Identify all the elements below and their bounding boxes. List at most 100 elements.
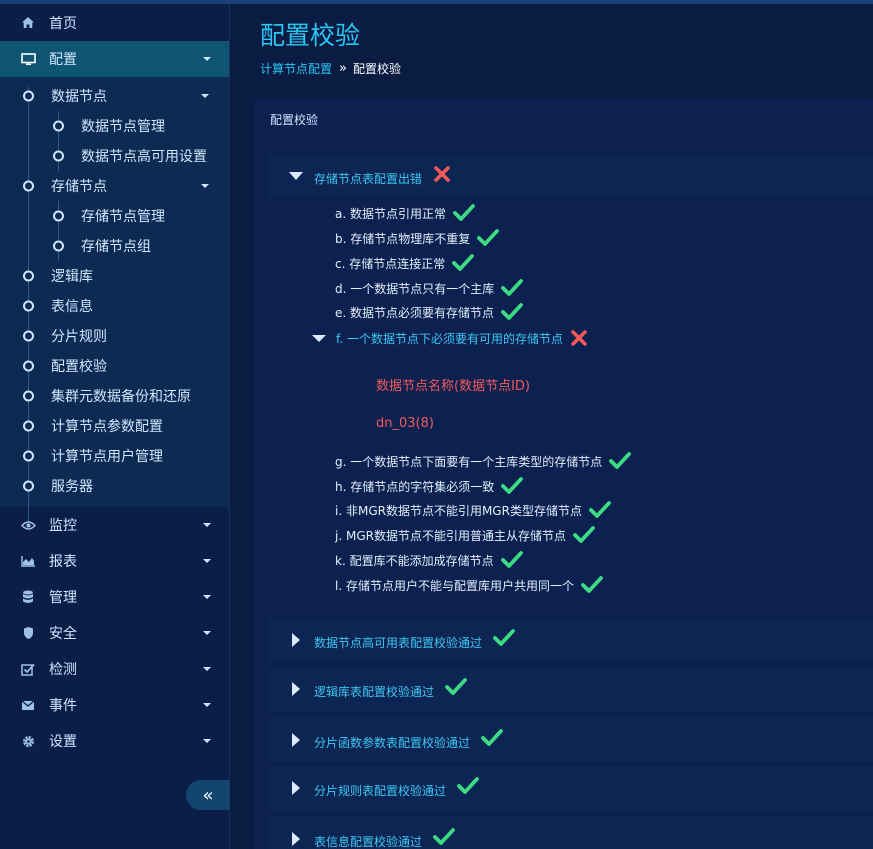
section-label: 表信息配置校验通过: [314, 828, 455, 849]
caret-right-icon: [292, 633, 300, 647]
breadcrumb-link[interactable]: 计算节点配置: [260, 60, 332, 77]
sidebar-item-monitor[interactable]: 监控: [0, 507, 229, 543]
submenu-item-data-node-ha[interactable]: 数据节点高可用设置: [0, 141, 229, 171]
sidebar-item-config[interactable]: 配置: [0, 41, 229, 77]
section-shard-rule[interactable]: 分片规则表配置校验通过: [269, 766, 873, 810]
section-label-text: 表信息配置校验通过: [314, 835, 423, 849]
breadcrumb: 计算节点配置 » 配置校验: [260, 60, 401, 77]
check-icon: [501, 477, 524, 494]
chevron-down-icon: [203, 667, 211, 671]
config-submenu: 数据节点 数据节点管理 数据节点高可用设置 存储节点 存储节点管理 存储节点组 …: [0, 77, 229, 527]
sidebar-item-label: 管理: [49, 590, 77, 606]
check-icon: [501, 303, 523, 320]
section-logic-db[interactable]: 逻辑库表配置校验通过: [269, 667, 873, 711]
tree-node-icon: [23, 90, 34, 102]
eye-icon: [20, 517, 36, 533]
chevron-down-icon: [203, 703, 211, 707]
check-item: b. 存储节点物理库不重复: [335, 229, 500, 247]
section-storage-node[interactable]: 存储节点表配置出错: [269, 154, 873, 198]
breadcrumb-separator: »: [339, 61, 347, 76]
section-table-info[interactable]: 表信息配置校验通过: [269, 817, 873, 849]
caret-down-icon: [289, 172, 303, 180]
check-item-text: i. 非MGR数据节点不能引用MGR类型存储节点: [335, 503, 582, 518]
sidebar-item-home[interactable]: 首页: [0, 4, 229, 41]
submenu-item-compute-params[interactable]: 计算节点参数配置: [0, 411, 229, 441]
submenu-label: 存储节点: [51, 179, 107, 195]
submenu-item-data-node-manage[interactable]: 数据节点管理: [0, 111, 229, 141]
sidebar: 首页 配置 数据节点 数据节点管理 数据节点高可用设置 存储节点 存储节点管理 …: [0, 4, 230, 849]
sidebar-item-settings[interactable]: 设置: [0, 723, 229, 759]
tree-node-icon: [23, 330, 34, 342]
check-item-text: a. 数据节点引用正常: [335, 206, 446, 221]
submenu-label: 计算节点用户管理: [51, 449, 163, 465]
submenu-item-shard-rule[interactable]: 分片规则: [0, 321, 229, 351]
check-item: d. 一个数据节点只有一个主库: [335, 279, 524, 297]
sidebar-item-detect[interactable]: 检测: [0, 651, 229, 687]
submenu-label: 数据节点高可用设置: [81, 149, 207, 165]
sidebar-item-security[interactable]: 安全: [0, 615, 229, 651]
section-data-node-ha[interactable]: 数据节点高可用表配置校验通过: [269, 618, 873, 662]
check-icon: [453, 204, 475, 221]
check-icon: [500, 551, 523, 568]
error-icon: [434, 166, 450, 182]
submenu-item-compute-users[interactable]: 计算节点用户管理: [0, 441, 229, 471]
section-label-text: 数据节点高可用表配置校验通过: [314, 636, 483, 650]
submenu-item-metadata-backup[interactable]: 集群元数据备份和还原: [0, 381, 229, 411]
sidebar-item-manage[interactable]: 管理: [0, 579, 229, 615]
database-icon: [20, 589, 36, 605]
check-item: g. 一个数据节点下面要有一个主库类型的存储节点: [335, 452, 632, 470]
check-icon: [477, 229, 500, 246]
tree-node-icon: [53, 210, 64, 222]
sidebar-item-label: 配置: [49, 52, 77, 68]
submenu-item-storage-node[interactable]: 存储节点: [0, 171, 229, 201]
check-icon: [480, 729, 503, 746]
chevron-down-icon: [203, 559, 211, 563]
sidebar-item-report[interactable]: 报表: [0, 543, 229, 579]
check-item-text: d. 一个数据节点只有一个主库: [335, 281, 495, 296]
submenu-item-logic-db[interactable]: 逻辑库: [0, 261, 229, 291]
section-label: 逻辑库表配置校验通过: [314, 678, 467, 700]
check-icon: [589, 501, 611, 518]
sidebar-item-label: 安全: [49, 626, 77, 642]
check-icon: [609, 452, 632, 469]
caret-right-icon: [292, 682, 300, 696]
sidebar-item-events[interactable]: 事件: [0, 687, 229, 723]
section-shard-func-params[interactable]: 分片函数参数表配置校验通过: [269, 718, 873, 762]
submenu-item-storage-node-manage[interactable]: 存储节点管理: [0, 201, 229, 231]
sidebar-item-label: 报表: [49, 554, 77, 570]
main-content: 配置校验 计算节点配置 » 配置校验 配置校验 存储节点表配置出错 a. 数据节…: [231, 4, 873, 849]
section-label-text: 逻辑库表配置校验通过: [314, 685, 435, 699]
failed-check-toggle[interactable]: f. 一个数据节点下必须要有可用的存储节点: [312, 329, 588, 347]
submenu-label: 配置校验: [51, 359, 107, 375]
check-item-text: k. 配置库不能添加成存储节点: [335, 553, 494, 568]
chevron-down-icon: [203, 631, 211, 635]
sidebar-item-label: 监控: [49, 518, 77, 534]
check-item: j. MGR数据节点不能引用普通主从存储节点: [335, 526, 595, 544]
sidebar-collapse-button[interactable]: «: [186, 780, 230, 810]
submenu-label: 表信息: [51, 299, 93, 315]
tree-node-icon: [23, 420, 34, 432]
submenu-item-data-node[interactable]: 数据节点: [0, 81, 229, 111]
check-icon: [573, 526, 595, 543]
section-label: 数据节点高可用表配置校验通过: [314, 629, 515, 651]
submenu-item-storage-group[interactable]: 存储节点组: [0, 231, 229, 261]
chevron-down-icon: [201, 94, 209, 98]
checkbox-icon: [20, 661, 36, 677]
submenu-item-config-check[interactable]: 配置校验: [0, 351, 229, 381]
tree-node-icon: [23, 390, 34, 402]
check-item-text: h. 存储节点的字符集必须一致: [335, 479, 495, 494]
sidebar-item-label: 首页: [49, 15, 77, 32]
check-item-text: l. 存储节点用户不能与配置库用户共用同一个: [335, 578, 574, 593]
chevron-down-icon: [203, 595, 211, 599]
check-item: k. 配置库不能添加成存储节点: [335, 551, 523, 569]
chevron-down-icon: [203, 57, 211, 61]
submenu-item-server[interactable]: 服务器: [0, 471, 229, 501]
check-item: l. 存储节点用户不能与配置库用户共用同一个: [335, 576, 603, 594]
tree-node-icon: [53, 150, 64, 162]
envelope-icon: [20, 697, 36, 713]
monitor-icon: [20, 51, 36, 67]
breadcrumb-current: 配置校验: [352, 62, 401, 76]
check-icon: [501, 279, 524, 296]
check-item-text: j. MGR数据节点不能引用普通主从存储节点: [335, 528, 566, 543]
submenu-item-table-info[interactable]: 表信息: [0, 291, 229, 321]
